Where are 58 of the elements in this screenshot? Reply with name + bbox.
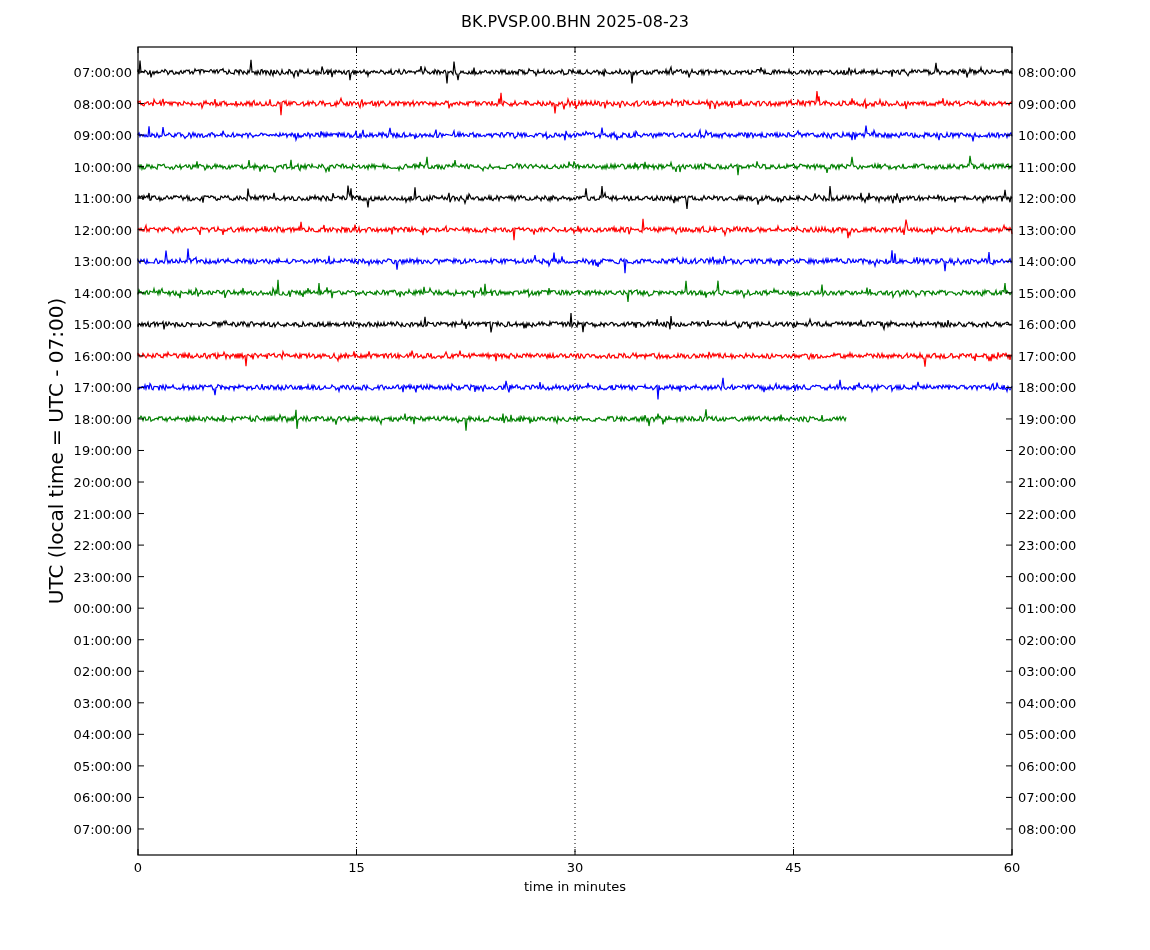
tick-label: 60 xyxy=(1003,860,1021,875)
time-label: 20:00:00 xyxy=(1018,443,1077,459)
time-label: 03:00:00 xyxy=(1018,664,1077,680)
time-label: 14:00:00 xyxy=(1018,254,1077,270)
time-label: 08:00:00 xyxy=(1018,65,1077,80)
time-label: 02:00:00 xyxy=(73,664,132,680)
time-label: 03:00:00 xyxy=(73,695,132,711)
time-label: 10:00:00 xyxy=(73,159,132,175)
plot-title: BK.PVSP.00.BHN 2025-08-23 xyxy=(461,12,689,31)
time-label: 13:00:00 xyxy=(1018,222,1077,238)
time-label: 13:00:00 xyxy=(73,254,132,270)
time-label: 08:00:00 xyxy=(73,96,132,112)
time-label: 20:00:00 xyxy=(73,475,132,490)
time-label: 00:00:00 xyxy=(73,601,132,617)
axis-label: time in minutes xyxy=(523,879,627,894)
time-label: 23:00:00 xyxy=(1018,538,1077,554)
time-label: 06:00:00 xyxy=(73,790,132,806)
time-label: 21:00:00 xyxy=(1018,475,1077,490)
time-label: 22:00:00 xyxy=(1018,506,1077,522)
time-label: 23:00:00 xyxy=(73,569,132,585)
tick-label: 30 xyxy=(566,860,584,875)
time-label: 16:00:00 xyxy=(73,348,132,364)
time-label: 22:00:00 xyxy=(73,538,132,554)
time-label: 09:00:00 xyxy=(73,128,132,144)
time-label: 09:00:00 xyxy=(1018,96,1077,112)
time-label: 01:00:00 xyxy=(73,632,132,648)
time-label: 00:00:00 xyxy=(1018,569,1077,585)
time-label: 16:00:00 xyxy=(1018,317,1077,333)
time-label: 07:00:00 xyxy=(73,65,132,80)
time-label: 11:00:00 xyxy=(73,191,132,207)
time-label: 18:00:00 xyxy=(73,411,132,427)
time-label: 11:00:00 xyxy=(1018,159,1077,175)
time-label: 17:00:00 xyxy=(1018,348,1077,364)
time-label: 05:00:00 xyxy=(73,758,132,774)
time-label: 17:00:00 xyxy=(73,380,132,396)
tick-label: 15 xyxy=(348,860,365,875)
time-label: 12:00:00 xyxy=(73,222,132,238)
time-label: 19:00:00 xyxy=(73,443,132,459)
time-label: 19:00:00 xyxy=(1018,411,1077,427)
time-label: 02:00:00 xyxy=(1018,632,1077,648)
time-label: 06:00:00 xyxy=(1018,758,1077,774)
time-label: 21:00:00 xyxy=(73,506,132,522)
time-label: 14:00:00 xyxy=(73,285,132,301)
time-label: 08:00:00 xyxy=(1018,821,1077,837)
time-label: 07:00:00 xyxy=(73,821,132,837)
time-label: 04:00:00 xyxy=(73,727,132,743)
tick-label: 0 xyxy=(133,860,143,875)
time-label: 15:00:00 xyxy=(1018,285,1077,301)
time-label: 10:00:00 xyxy=(1018,128,1077,144)
time-label: 05:00:00 xyxy=(1018,727,1077,743)
time-label: 15:00:00 xyxy=(73,317,132,333)
axis-label: UTC (local time = UTC - 07:00) xyxy=(44,297,68,605)
time-label: 12:00:00 xyxy=(1018,191,1077,207)
time-label: 07:00:00 xyxy=(1018,790,1077,806)
time-label: 18:00:00 xyxy=(1018,380,1077,396)
time-label: 04:00:00 xyxy=(1018,695,1077,711)
tick-label: 45 xyxy=(785,860,802,875)
time-label: 01:00:00 xyxy=(1018,601,1077,617)
